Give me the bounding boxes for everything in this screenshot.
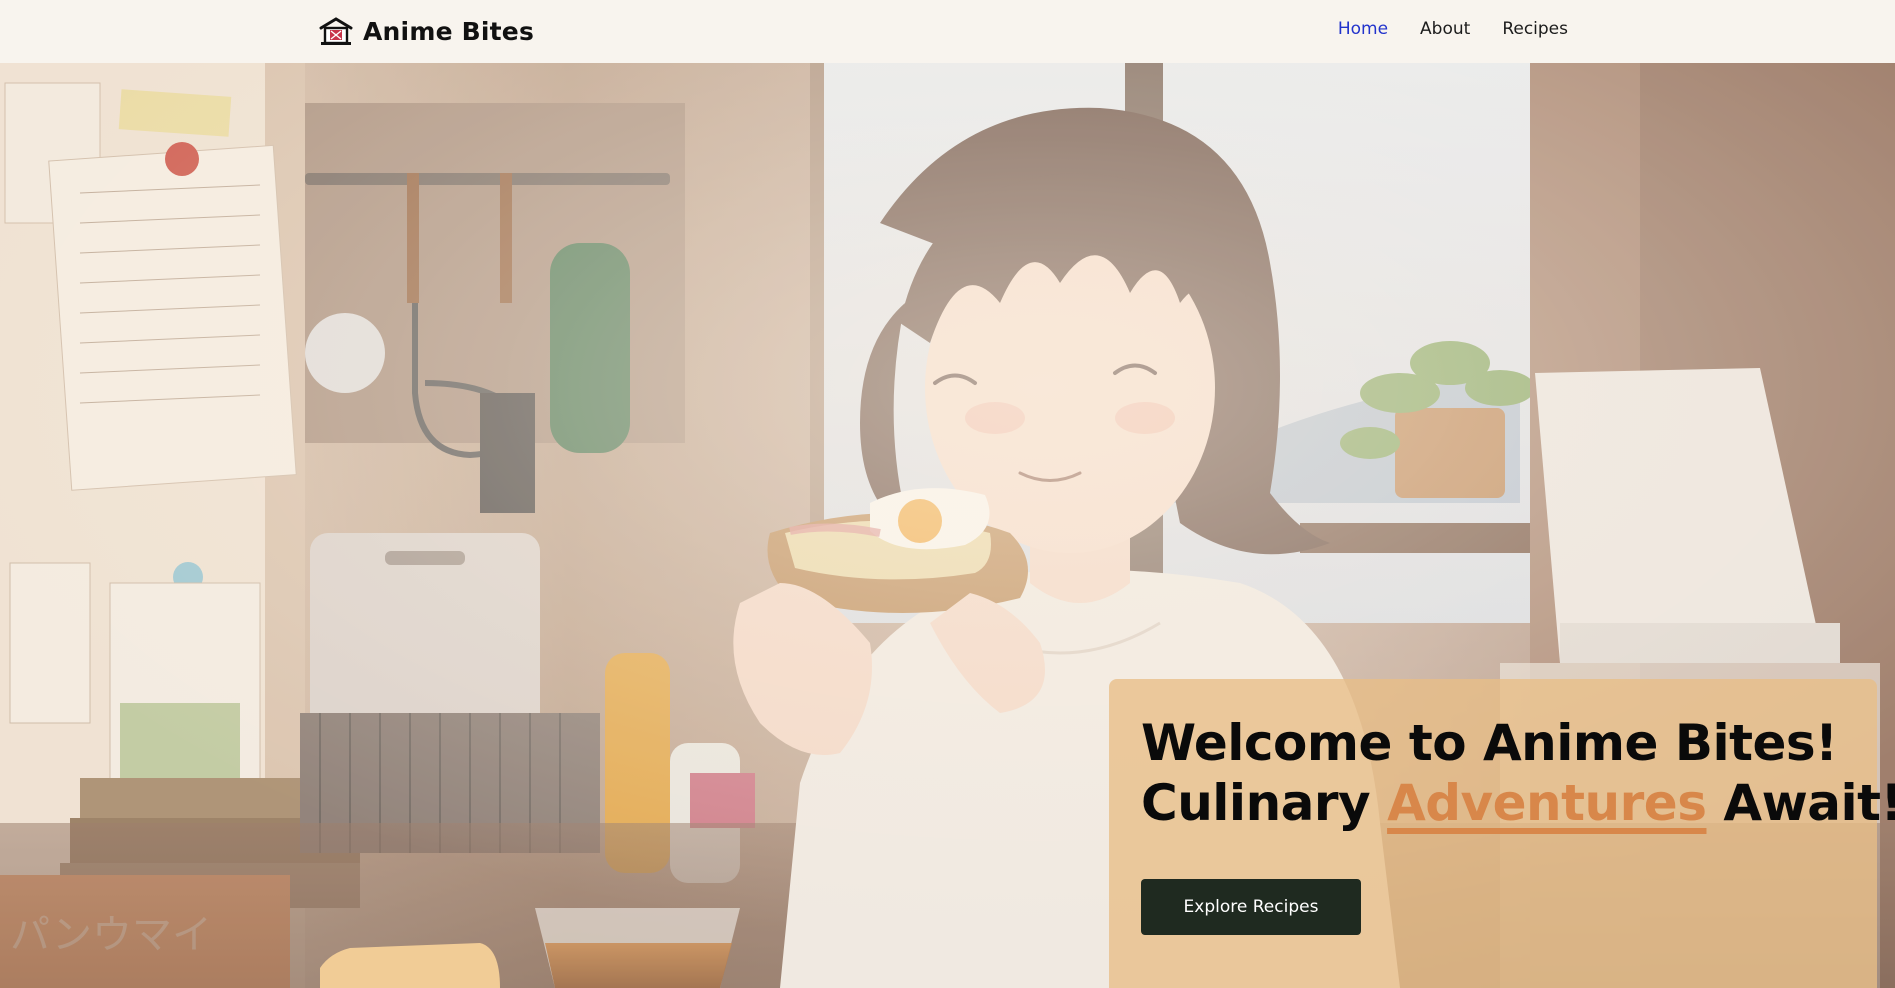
site-header: Anime Bites Home About Recipes [0, 0, 1895, 63]
explore-recipes-button[interactable]: Explore Recipes [1141, 879, 1361, 935]
brand-logo[interactable]: Anime Bites [319, 14, 534, 48]
headline-line-2-pre: Culinary [1141, 774, 1388, 832]
headline-line-2-post: Await! [1706, 774, 1895, 832]
nav-recipes-link[interactable]: Recipes [1502, 19, 1568, 39]
nav-about-link[interactable]: About [1420, 19, 1470, 39]
headline-line-1: Welcome to Anime Bites! [1141, 714, 1838, 772]
hero-headline: Welcome to Anime Bites! Culinary Adventu… [1141, 713, 1895, 833]
hero-section: パンウマイ [0, 63, 1895, 988]
welcome-card: Welcome to Anime Bites! Culinary Adventu… [1109, 679, 1895, 988]
nav-home-link[interactable]: Home [1338, 19, 1388, 39]
headline-accent-word: Adventures [1387, 774, 1707, 832]
main-nav: Home About Recipes [1338, 19, 1568, 39]
house-icon [319, 17, 353, 45]
brand-name: Anime Bites [363, 16, 535, 46]
